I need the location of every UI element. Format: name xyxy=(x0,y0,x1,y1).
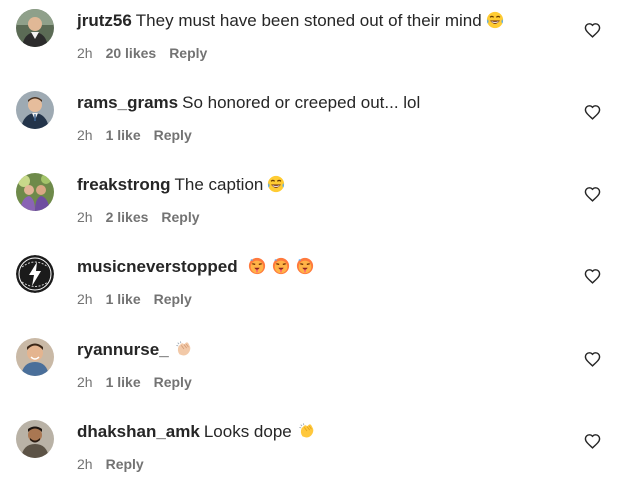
comment-username[interactable]: dhakshan_amk xyxy=(77,422,200,441)
comment-time: 2h xyxy=(77,456,93,472)
comment-likes[interactable]: 20 likes xyxy=(106,45,157,61)
comment-item: freakstrong The caption 2h 2 likes Reply xyxy=(0,164,617,246)
avatar[interactable] xyxy=(16,420,54,458)
like-heart-icon[interactable] xyxy=(584,268,601,285)
avatar[interactable] xyxy=(16,91,54,129)
avatar[interactable] xyxy=(16,9,54,47)
comment-time: 2h xyxy=(77,127,93,143)
comment-line: rams_grams So honored or creeped out... l… xyxy=(77,91,420,115)
comment-meta: 2h 1 like Reply xyxy=(77,373,205,391)
like-heart-icon[interactable] xyxy=(584,186,601,203)
like-heart-icon[interactable] xyxy=(584,104,601,121)
comment-likes[interactable]: 2 likes xyxy=(106,209,149,225)
reply-button[interactable]: Reply xyxy=(154,127,192,143)
comment-text: So honored or creeped out... lol xyxy=(182,93,421,112)
comment-time: 2h xyxy=(77,209,93,225)
clapping-hands-emoji-icon xyxy=(298,422,316,440)
comment-username[interactable]: jrutz56 xyxy=(77,11,132,30)
comment-meta: 2h 2 likes Reply xyxy=(77,208,213,226)
comment-meta: 2h 1 like Reply xyxy=(77,126,205,144)
comment-time: 2h xyxy=(77,374,93,390)
like-heart-icon[interactable] xyxy=(584,433,601,450)
comment-text: Looks dope xyxy=(203,422,292,441)
comment-item: jrutz56 They must have been stoned out of… xyxy=(0,0,617,82)
comment-time: 2h xyxy=(77,45,93,61)
comment-username[interactable]: rams_grams xyxy=(77,93,178,112)
like-heart-icon[interactable] xyxy=(584,22,601,39)
comment-text: The caption xyxy=(174,175,264,194)
comment-item: ryannurse_ 2h 1 like Reply xyxy=(0,329,617,411)
comment-item: dhakshan_amk Looks dope 2h Reply xyxy=(0,411,617,493)
comment-meta: 2h Reply xyxy=(77,455,157,473)
reply-button[interactable]: Reply xyxy=(154,374,192,390)
comment-meta: 2h 20 likes Reply xyxy=(77,44,220,62)
avatar[interactable] xyxy=(16,255,54,293)
clapping-hands-emoji-icon xyxy=(175,340,193,358)
hot-face-emoji-icon xyxy=(248,257,266,275)
hot-face-emoji-icon xyxy=(272,257,290,275)
comment-line: jrutz56 They must have been stoned out of… xyxy=(77,9,504,33)
comment-likes[interactable]: 1 like xyxy=(106,374,141,390)
laughing-tears-emoji-icon xyxy=(267,175,285,193)
reply-button[interactable]: Reply xyxy=(169,45,207,61)
comment-list: jrutz56 They must have been stoned out of… xyxy=(0,0,617,498)
comment-username[interactable]: musicneverstopped xyxy=(77,257,238,276)
reply-button[interactable]: Reply xyxy=(106,456,144,472)
comment-line: dhakshan_amk Looks dope xyxy=(77,420,316,444)
like-heart-icon[interactable] xyxy=(584,351,601,368)
comment-meta: 2h 1 like Reply xyxy=(77,290,205,308)
avatar[interactable] xyxy=(16,173,54,211)
laughing-tears-emoji-icon xyxy=(486,11,504,29)
comment-text: They must have been stoned out of their … xyxy=(135,11,482,30)
comment-username[interactable]: freakstrong xyxy=(77,175,171,194)
hot-face-emoji-icon xyxy=(296,257,314,275)
comment-line: musicneverstopped xyxy=(77,255,314,279)
avatar[interactable] xyxy=(16,338,54,376)
reply-button[interactable]: Reply xyxy=(154,291,192,307)
comment-username[interactable]: ryannurse_ xyxy=(77,340,169,359)
comment-likes[interactable]: 1 like xyxy=(106,127,141,143)
comment-time: 2h xyxy=(77,291,93,307)
reply-button[interactable]: Reply xyxy=(161,209,199,225)
comment-line: freakstrong The caption xyxy=(77,173,285,197)
comment-likes[interactable]: 1 like xyxy=(106,291,141,307)
comment-item: rams_grams So honored or creeped out... l… xyxy=(0,82,617,164)
comment-item: musicneverstopped 2h 1 like Reply xyxy=(0,246,617,328)
comment-line: ryannurse_ xyxy=(77,338,193,362)
